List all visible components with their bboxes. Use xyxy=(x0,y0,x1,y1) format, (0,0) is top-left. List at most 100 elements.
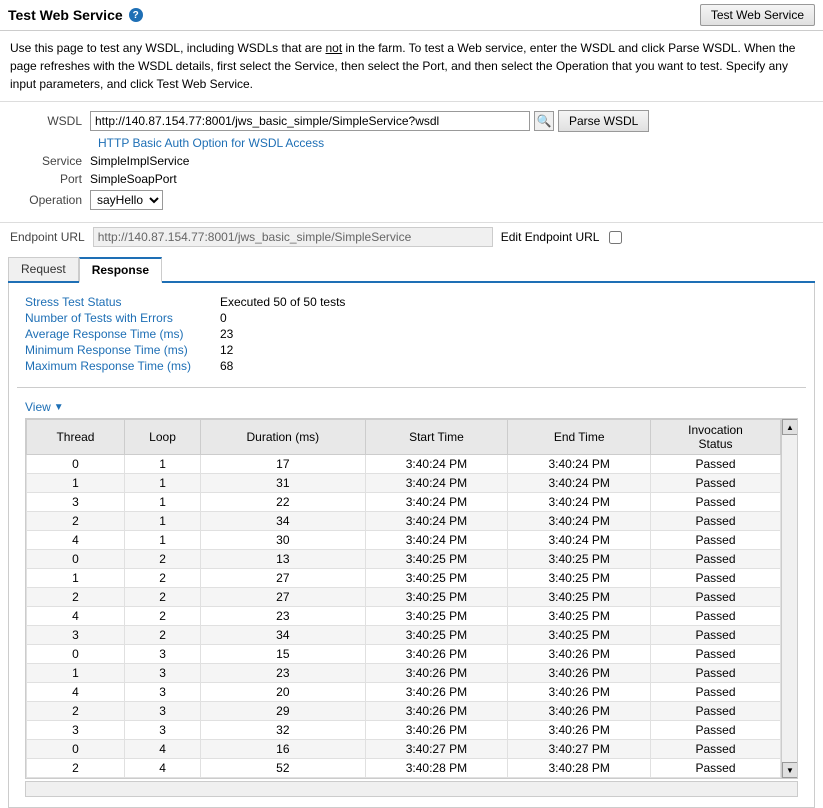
table-cell: 30 xyxy=(201,531,365,550)
endpoint-input[interactable] xyxy=(93,227,493,247)
tab-request[interactable]: Request xyxy=(8,257,79,281)
table-container: Thread Loop Duration (ms) Start Time End… xyxy=(25,418,798,779)
table-cell: Passed xyxy=(651,645,781,664)
table-cell: 3:40:24 PM xyxy=(365,493,508,512)
col-duration: Duration (ms) xyxy=(201,420,365,455)
table-cell: 3:40:26 PM xyxy=(508,683,651,702)
stress-max-label: Maximum Response Time (ms) xyxy=(25,359,220,373)
table-cell: 3:40:26 PM xyxy=(508,664,651,683)
stress-status-row: Stress Test Status Executed 50 of 50 tes… xyxy=(25,295,798,309)
table-cell: Passed xyxy=(651,474,781,493)
table-cell: 3:40:25 PM xyxy=(365,569,508,588)
table-cell: 34 xyxy=(201,512,365,531)
table-cell: 2 xyxy=(27,588,125,607)
description-text: Use this page to test any WSDL, includin… xyxy=(0,31,823,102)
stress-avg-label: Average Response Time (ms) xyxy=(25,327,220,341)
stress-min-label: Minimum Response Time (ms) xyxy=(25,343,220,357)
table-row: 41303:40:24 PM3:40:24 PMPassed xyxy=(27,531,781,550)
table-cell: Passed xyxy=(651,550,781,569)
table-cell: 3:40:25 PM xyxy=(365,607,508,626)
parse-wsdl-button[interactable]: Parse WSDL xyxy=(558,110,649,132)
http-basic-auth-link[interactable]: HTTP Basic Auth Option for WSDL Access xyxy=(98,136,813,150)
table-row: 31223:40:24 PM3:40:24 PMPassed xyxy=(27,493,781,512)
table-cell: 52 xyxy=(201,759,365,778)
table-cell: Passed xyxy=(651,569,781,588)
table-row: 11313:40:24 PM3:40:24 PMPassed xyxy=(27,474,781,493)
table-cell: 4 xyxy=(27,683,125,702)
header-row: Thread Loop Duration (ms) Start Time End… xyxy=(27,420,781,455)
tab-response[interactable]: Response xyxy=(79,257,162,283)
stress-errors-row: Number of Tests with Errors 0 xyxy=(25,311,798,325)
table-cell: 1 xyxy=(27,569,125,588)
wsdl-row: WSDL 🔍 Parse WSDL xyxy=(10,110,813,132)
stress-min-row: Minimum Response Time (ms) 12 xyxy=(25,343,798,357)
table-row: 43203:40:26 PM3:40:26 PMPassed xyxy=(27,683,781,702)
service-value: SimpleImplService xyxy=(90,154,189,168)
table-row: 12273:40:25 PM3:40:25 PMPassed xyxy=(27,569,781,588)
table-cell: 22 xyxy=(201,493,365,512)
table-cell: 2 xyxy=(124,626,200,645)
help-icon[interactable]: ? xyxy=(129,8,143,22)
vertical-scrollbar[interactable]: ▲ ▼ xyxy=(781,419,797,778)
view-button[interactable]: View ▼ xyxy=(25,400,64,414)
table-cell: 3:40:24 PM xyxy=(508,474,651,493)
search-icon[interactable]: 🔍 xyxy=(534,111,554,131)
horizontal-scrollbar[interactable] xyxy=(25,781,798,797)
table-cell: 3 xyxy=(124,683,200,702)
scroll-down-button[interactable]: ▼ xyxy=(782,762,798,778)
page-title: Test Web Service ? xyxy=(8,7,143,23)
table-cell: 0 xyxy=(27,645,125,664)
table-cell: Passed xyxy=(651,721,781,740)
table-cell: 3:40:25 PM xyxy=(365,588,508,607)
table-cell: 3:40:24 PM xyxy=(365,455,508,474)
tabs-container: Request Response Stress Test Status Exec… xyxy=(8,257,815,808)
view-row: View ▼ xyxy=(17,396,806,418)
table-cell: Passed xyxy=(651,759,781,778)
scroll-up-button[interactable]: ▲ xyxy=(782,419,798,435)
test-web-service-button[interactable]: Test Web Service xyxy=(700,4,815,26)
table-row: 32343:40:25 PM3:40:25 PMPassed xyxy=(27,626,781,645)
table-cell: 1 xyxy=(27,664,125,683)
operation-select[interactable]: sayHello xyxy=(90,190,163,210)
table-cell: Passed xyxy=(651,740,781,759)
table-cell: 3:40:26 PM xyxy=(508,721,651,740)
table-cell: 3:40:28 PM xyxy=(365,759,508,778)
table-cell: 3:40:24 PM xyxy=(508,531,651,550)
stress-errors-label: Number of Tests with Errors xyxy=(25,311,220,325)
table-wrapper: Thread Loop Duration (ms) Start Time End… xyxy=(26,419,797,778)
table-cell: 1 xyxy=(124,512,200,531)
table-cell: 3:40:24 PM xyxy=(365,512,508,531)
table-cell: 3 xyxy=(27,493,125,512)
table-cell: 4 xyxy=(124,740,200,759)
table-cell: 3:40:27 PM xyxy=(365,740,508,759)
table-cell: 2 xyxy=(27,759,125,778)
service-label: Service xyxy=(10,154,90,168)
table-cell: 3:40:24 PM xyxy=(508,455,651,474)
wsdl-input[interactable] xyxy=(90,111,530,131)
col-end-time: End Time xyxy=(508,420,651,455)
table-row: 04163:40:27 PM3:40:27 PMPassed xyxy=(27,740,781,759)
table-cell: 2 xyxy=(27,512,125,531)
table-cell: 3:40:26 PM xyxy=(365,664,508,683)
table-cell: 15 xyxy=(201,645,365,664)
table-cell: 3:40:26 PM xyxy=(365,645,508,664)
edit-endpoint-checkbox[interactable] xyxy=(609,231,622,244)
table-cell: 3:40:24 PM xyxy=(508,493,651,512)
table-cell: Passed xyxy=(651,512,781,531)
port-label: Port xyxy=(10,172,90,186)
table-cell: 3 xyxy=(27,721,125,740)
table-cell: 3:40:26 PM xyxy=(365,683,508,702)
table-row: 22273:40:25 PM3:40:25 PMPassed xyxy=(27,588,781,607)
table-cell: 0 xyxy=(27,550,125,569)
table-cell: Passed xyxy=(651,607,781,626)
scroll-track xyxy=(782,435,797,762)
stress-avg-value: 23 xyxy=(220,327,233,341)
table-cell: Passed xyxy=(651,664,781,683)
port-value: SimpleSoapPort xyxy=(90,172,177,186)
table-cell: 3:40:26 PM xyxy=(508,645,651,664)
table-row: 02133:40:25 PM3:40:25 PMPassed xyxy=(27,550,781,569)
stress-avg-row: Average Response Time (ms) 23 xyxy=(25,327,798,341)
table-cell: Passed xyxy=(651,702,781,721)
tabs-row: Request Response xyxy=(8,257,815,283)
table-cell: 4 xyxy=(27,607,125,626)
